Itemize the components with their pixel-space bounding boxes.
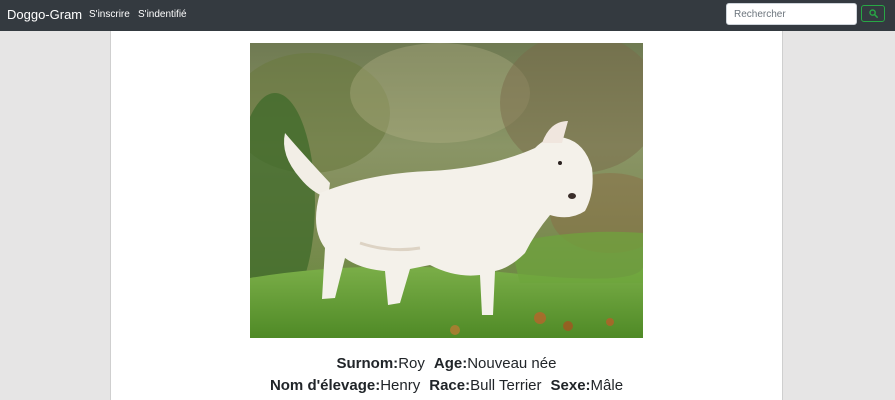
navbar: Doggo-Gram S'inscrire S'indentifié xyxy=(0,0,895,31)
breeding-name-value: Henry xyxy=(380,377,421,394)
search-button[interactable] xyxy=(861,5,885,22)
breeding-name-label: Nom d'élevage: xyxy=(269,377,381,394)
dog-info-row-1: Surnom:Roy Age:Nouveau née xyxy=(111,355,782,373)
sex-value: Mâle xyxy=(590,377,624,394)
dog-photo xyxy=(250,43,643,338)
login-link[interactable]: S'indentifié xyxy=(138,9,187,21)
age-value: Nouveau née xyxy=(467,355,557,372)
age-label: Age: xyxy=(433,355,468,372)
brand-link[interactable]: Doggo-Gram xyxy=(7,7,82,22)
search-input[interactable] xyxy=(726,3,857,25)
nickname-value: Roy xyxy=(398,355,425,372)
dog-profile-card: Surnom:Roy Age:Nouveau née Nom d'élevage:… xyxy=(110,31,783,400)
sex-label: Sexe: xyxy=(550,377,591,394)
dog-info-row-2: Nom d'élevage:Henry Race:Bull Terrier Sexe… xyxy=(111,377,782,395)
breed-label: Race: xyxy=(429,377,471,394)
search-icon xyxy=(869,9,878,18)
nickname-label: Surnom: xyxy=(336,355,399,372)
signup-link[interactable]: S'inscrire xyxy=(89,9,130,21)
breed-value: Bull Terrier xyxy=(470,377,542,394)
